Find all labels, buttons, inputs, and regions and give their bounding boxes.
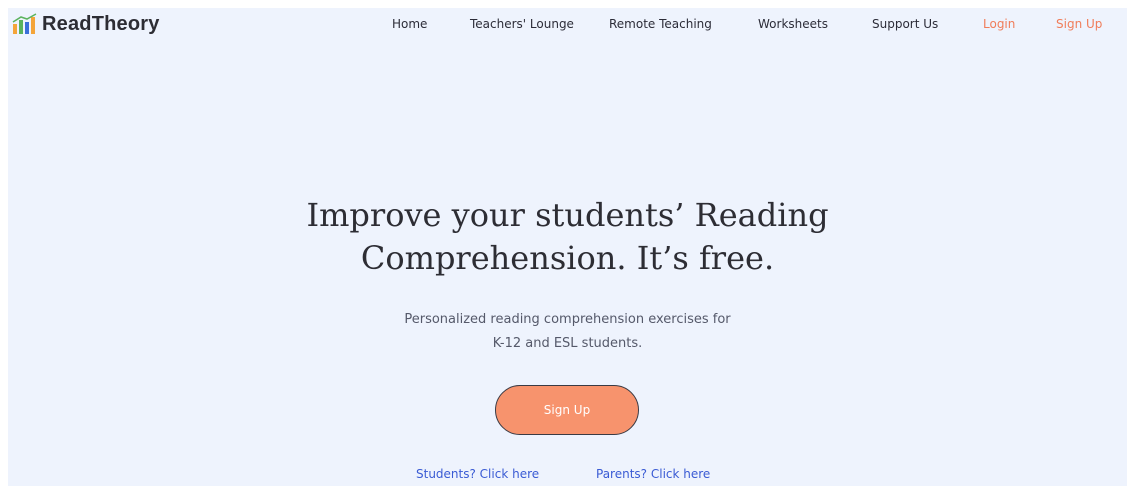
hero-title-line-2: Comprehension. It’s free. (360, 239, 775, 277)
nav-remote-teaching[interactable]: Remote Teaching (609, 17, 712, 31)
page: ReadTheory Home Teachers' Lounge Remote … (8, 8, 1127, 486)
hero-title: Improve your students’ Reading Comprehen… (8, 194, 1127, 280)
nav-sign-up[interactable]: Sign Up (1056, 17, 1102, 31)
nav-support-us[interactable]: Support Us (872, 17, 938, 31)
sign-up-button[interactable]: Sign Up (495, 385, 639, 435)
hero-subtitle: Personalized reading comprehension exerc… (8, 308, 1127, 356)
nav-home[interactable]: Home (392, 17, 427, 31)
students-click-here-link[interactable]: Students? Click here (416, 467, 539, 481)
parents-click-here-link[interactable]: Parents? Click here (596, 467, 710, 481)
nav-menu: Home Teachers' Lounge Remote Teaching Wo… (8, 17, 1127, 35)
hero-title-line-1: Improve your students’ Reading (306, 196, 829, 234)
nav-teachers-lounge[interactable]: Teachers' Lounge (470, 17, 574, 31)
hero-subtitle-line-2: K-12 and ESL students. (492, 336, 643, 351)
hero-subtitle-line-1: Personalized reading comprehension exerc… (404, 312, 731, 327)
nav-login[interactable]: Login (983, 17, 1015, 31)
top-navigation: ReadTheory Home Teachers' Lounge Remote … (8, 8, 1127, 42)
nav-worksheets[interactable]: Worksheets (758, 17, 828, 31)
